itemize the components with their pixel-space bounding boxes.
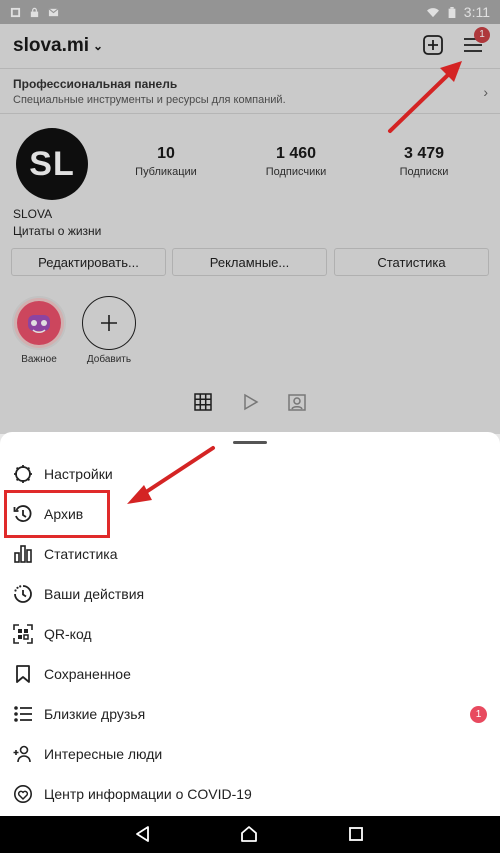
plus-icon: [101, 315, 117, 331]
stat-posts-value: 10: [157, 145, 175, 162]
username: slova.mi: [13, 35, 90, 56]
battery-icon: [448, 6, 456, 18]
ad-tools-button[interactable]: Рекламные...: [172, 248, 327, 276]
stat-posts[interactable]: 10 Публикации: [116, 145, 216, 178]
menu-item-qr-code[interactable]: QR-код: [0, 614, 500, 654]
chevron-right-icon: ›: [483, 84, 488, 100]
status-time: 3:11: [463, 4, 490, 20]
notification-badge: 1: [470, 705, 487, 723]
profile-header: slova.mi ⌄ 1: [0, 24, 500, 68]
stat-following-label: Подписки: [399, 166, 449, 178]
activity-icon: [14, 585, 32, 603]
account-switcher[interactable]: slova.mi ⌄: [13, 35, 103, 57]
close-friends-icon: [14, 706, 32, 722]
add-highlight[interactable]: Добавить: [81, 296, 137, 365]
notification-icon: [10, 7, 21, 17]
menu-item-label: Близкие друзья: [44, 706, 146, 722]
sheet-grab-handle[interactable]: [233, 441, 267, 444]
display-name: SLOVA: [13, 207, 53, 221]
menu-item-insights[interactable]: Статистика: [0, 534, 500, 574]
menu-item-label: Настройки: [44, 466, 113, 482]
covid-info-icon: [14, 785, 32, 803]
menu-item-your-activity[interactable]: Ваши действия: [0, 574, 500, 614]
pro-panel-title: Профессиональная панель: [13, 77, 178, 91]
gmail-icon: [48, 7, 59, 16]
menu-notification-badge: 1: [474, 27, 490, 43]
stat-following-value: 3 479: [403, 145, 445, 162]
stat-following[interactable]: 3 479 Подписки: [374, 145, 474, 178]
chevron-down-icon: ⌄: [93, 39, 104, 53]
menu-item-saved[interactable]: Сохраненное: [0, 654, 500, 694]
profile-screen: slova.mi ⌄ 1 Профессиональная панель Спе…: [0, 24, 500, 434]
menu-item-label: QR-код: [44, 626, 92, 642]
home-icon[interactable]: [239, 824, 259, 844]
stat-followers[interactable]: 1 460 Подписчики: [246, 145, 346, 178]
menu-item-covid-info[interactable]: Центр информации о COVID-19: [0, 774, 500, 814]
lock-icon: [30, 7, 39, 17]
qr-code-icon: [13, 624, 33, 644]
stat-followers-label: Подписчики: [265, 166, 327, 178]
reels-icon[interactable]: [240, 392, 260, 412]
menu-item-label: Центр информации о COVID-19: [44, 786, 252, 802]
menu-item-close-friends[interactable]: Близкие друзья 1: [0, 694, 500, 734]
edit-profile-button[interactable]: Редактировать...: [11, 248, 166, 276]
stat-followers-value: 1 460: [275, 145, 317, 162]
settings-icon: [14, 465, 32, 483]
new-post-icon[interactable]: [422, 34, 444, 56]
insights-button[interactable]: Статистика: [334, 248, 489, 276]
stat-posts-label: Публикации: [135, 166, 197, 178]
menu-item-label: Сохраненное: [44, 666, 131, 682]
back-icon[interactable]: [133, 824, 153, 844]
annotation-highlight-box: [4, 490, 110, 538]
bio: Цитаты о жизни: [13, 224, 102, 238]
recents-icon[interactable]: [346, 824, 366, 844]
insights-icon: [14, 545, 32, 563]
avatar[interactable]: SL: [16, 128, 88, 200]
discover-people-icon: [13, 745, 31, 763]
profile-tabs: [0, 392, 500, 418]
pro-panel-subtitle: Специальные инструменты и ресурсы для ко…: [13, 94, 286, 106]
highlight-cover-icon: [17, 301, 61, 345]
professional-dashboard[interactable]: Профессиональная панель Специальные инст…: [0, 68, 500, 114]
highlight-label: Важное: [21, 354, 57, 365]
wifi-icon: [426, 7, 439, 17]
saved-icon: [16, 665, 30, 683]
system-nav-bar: [0, 816, 500, 853]
tagged-icon[interactable]: [287, 392, 307, 412]
menu-item-label: Интересные люди: [44, 746, 163, 762]
menu-item-label: Статистика: [44, 546, 118, 562]
status-bar: 3:11: [0, 0, 500, 24]
add-highlight-label: Добавить: [86, 354, 132, 365]
menu-item-discover-people[interactable]: Интересные люди: [0, 734, 500, 774]
menu-item-label: Ваши действия: [44, 586, 145, 602]
highlight-important[interactable]: Важное: [11, 296, 67, 365]
menu-item-settings[interactable]: Настройки: [0, 454, 500, 494]
grid-icon[interactable]: [193, 392, 213, 412]
